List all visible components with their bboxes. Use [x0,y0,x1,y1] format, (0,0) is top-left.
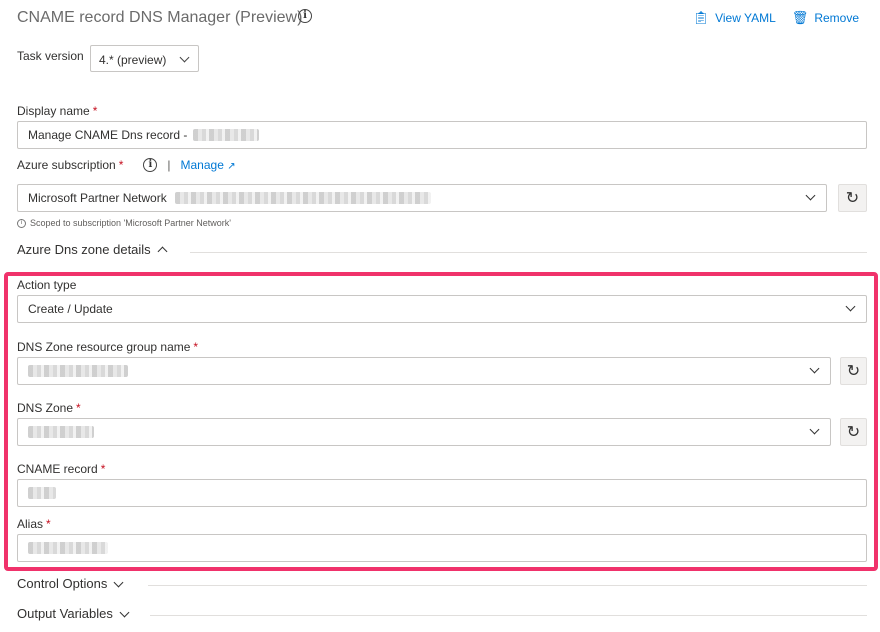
manage-link[interactable]: Manage ↗ [181,158,236,172]
remove-button[interactable]: 🗑︎ Remove [792,10,859,26]
refresh-button[interactable]: ↻ [838,184,867,212]
display-name-value: Manage CNAME Dns record - [28,128,188,142]
redacted-text [28,365,128,377]
divider [148,585,867,586]
clipboard-icon: 📋︎ [692,10,710,25]
section-heading: Control Options [17,576,108,591]
info-icon[interactable]: i [298,9,312,23]
alias-input[interactable] [17,534,867,562]
dns-zone-select[interactable] [17,418,831,446]
azure-subscription-select[interactable]: Microsoft Partner Network [17,184,827,212]
refresh-icon: ↻ [845,190,860,207]
task-version-value: 4.* (preview) [99,53,167,67]
output-variables-toggle[interactable]: Output Variables [17,606,130,621]
section-heading: Azure Dns zone details [17,242,151,257]
control-options-toggle[interactable]: Control Options [17,576,124,591]
divider [150,615,867,616]
cname-record-input[interactable] [17,479,867,507]
display-name-label: Display name * [17,104,98,118]
divider [190,252,867,253]
view-yaml-label: View YAML [715,11,776,25]
refresh-icon: ↻ [846,363,861,380]
resource-group-label: DNS Zone resource group name * [17,340,199,354]
chevron-down-icon [809,424,820,435]
task-version-label: Task version [17,49,84,63]
action-type-label: Action type [17,278,77,292]
dns-zone-label: DNS Zone * [17,401,81,415]
refresh-button[interactable]: ↻ [840,357,867,385]
trash-icon: 🗑︎ [791,10,809,25]
scoped-note: i Scoped to subscription 'Microsoft Part… [17,218,231,228]
dns-zone-details-toggle[interactable]: Azure Dns zone details [17,242,168,257]
azure-subscription-label: Azure subscription * [17,158,124,172]
task-version-select[interactable]: 4.* (preview) [90,45,199,72]
chevron-down-icon [119,607,130,617]
cname-record-label: CNAME record * [17,462,106,476]
chevron-down-icon [845,301,856,312]
resource-group-select[interactable] [17,357,831,385]
refresh-icon: ↻ [846,424,861,441]
chevron-up-icon [157,246,168,257]
azure-subscription-value: Microsoft Partner Network [28,191,167,205]
chevron-down-icon [179,52,190,63]
redacted-text [28,426,94,438]
view-yaml-button[interactable]: 📋︎ View YAML [693,10,776,26]
action-type-select[interactable]: Create / Update [17,295,867,323]
action-type-value: Create / Update [28,302,113,316]
info-icon[interactable]: i [143,158,158,172]
info-icon: i [17,218,26,228]
remove-label: Remove [814,11,859,25]
external-link-icon: ↗ [227,161,236,172]
page-title: CNAME record DNS Manager (Preview) [17,9,303,26]
section-heading: Output Variables [17,606,113,621]
chevron-down-icon [805,190,816,201]
redacted-text [174,192,431,204]
chevron-down-icon [113,577,124,587]
alias-label: Alias * [17,517,51,531]
chevron-down-icon [809,363,820,374]
redacted-text [28,487,56,499]
display-name-input[interactable]: Manage CNAME Dns record - [17,121,867,149]
redacted-text [28,542,108,554]
separator: | [167,158,171,172]
refresh-button[interactable]: ↻ [840,418,867,446]
azure-subscription-row: Azure subscription * i | Manage ↗ [17,158,236,172]
redacted-text [193,129,260,141]
header-actions: 📋︎ View YAML 🗑︎ Remove [693,10,859,26]
